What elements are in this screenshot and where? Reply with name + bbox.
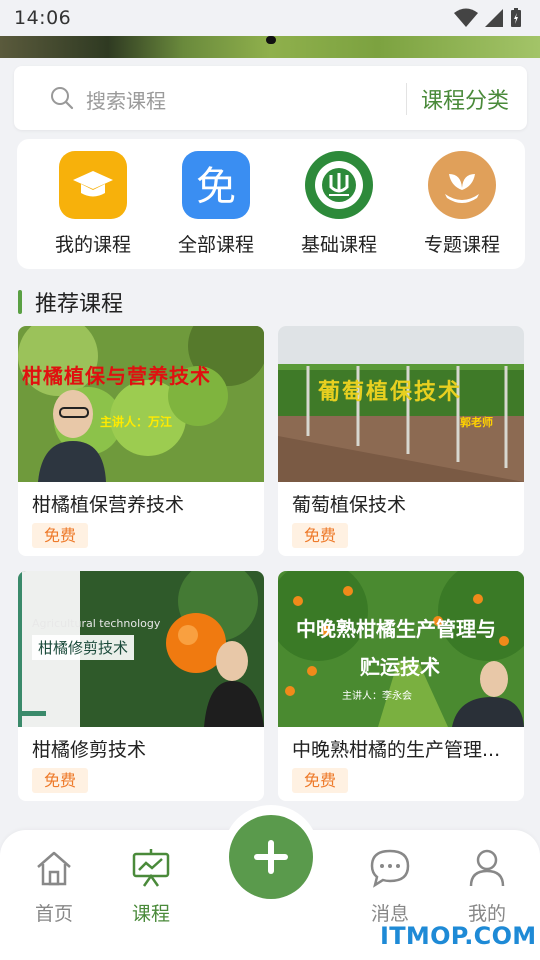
thumbnail-caption-line2: 贮运技术 — [360, 655, 440, 679]
quick-nav-all-courses[interactable]: 免 全部课程 — [161, 151, 271, 261]
course-card[interactable]: 葡萄植保技术 郭老师 葡萄植保技术 免费 — [278, 326, 524, 556]
message-icon — [370, 849, 410, 888]
watermark: ITMOP.COM — [380, 922, 537, 950]
course-title: 葡萄植保技术 — [292, 494, 407, 516]
price-badge: 免费 — [292, 523, 349, 548]
tab-label: 课程 — [131, 903, 170, 925]
search-input[interactable]: 搜索课程 — [86, 85, 166, 114]
course-title: 柑橘植保营养技术 — [32, 494, 185, 516]
course-thumbnail: 中晚熟柑橘生产管理与 贮运技术 主讲人：李永会 — [278, 571, 524, 727]
battery-icon — [511, 8, 521, 27]
signal-icon — [485, 9, 503, 27]
free-badge-icon: 免 — [182, 151, 250, 219]
add-button[interactable] — [229, 815, 313, 899]
course-card[interactable]: 中晚熟柑橘生产管理与 贮运技术 主讲人：李永会 中晚熟柑橘的生产管理... 免费 — [278, 571, 524, 801]
section-accent-bar — [18, 290, 22, 314]
course-thumbnail: 柑橘修剪技术 Agricultural technology — [18, 571, 264, 727]
course-thumbnail: 柑橘植保与营养技术 主讲人：万江 — [18, 326, 264, 482]
course-card[interactable]: 柑橘修剪技术 Agricultural technology 柑橘修剪技术 免费 — [18, 571, 264, 801]
course-title: 柑橘修剪技术 — [32, 739, 147, 761]
presentation-icon — [132, 849, 170, 887]
tab-messages[interactable]: 消息 — [355, 848, 425, 928]
course-thumbnail: 葡萄植保技术 郭老师 — [278, 326, 524, 482]
tab-profile[interactable]: 我的 — [452, 848, 522, 928]
search-bar: 搜索课程 课程分类 — [14, 66, 527, 130]
thumbnail-caption: 葡萄植保技术 — [318, 379, 463, 405]
banner-carousel[interactable] — [0, 36, 540, 58]
wifi-icon — [454, 8, 478, 27]
user-icon — [469, 849, 505, 887]
price-badge: 免费 — [292, 768, 349, 793]
price-badge: 免费 — [32, 768, 89, 793]
price-badge: 免费 — [32, 523, 89, 548]
quick-nav-label: 全部课程 — [177, 234, 254, 256]
svg-text:免: 免 — [196, 164, 236, 208]
search-icon[interactable] — [50, 86, 74, 110]
quick-nav-basic-courses[interactable]: 基础课程 — [284, 151, 394, 261]
course-card[interactable]: 柑橘植保与营养技术 主讲人：万江 柑橘植保营养技术 免费 — [18, 326, 264, 556]
tab-label: 首页 — [34, 903, 73, 925]
divider — [406, 83, 407, 115]
status-icons — [454, 8, 522, 28]
status-bar: 14:06 — [0, 0, 540, 36]
status-time: 14:06 — [14, 7, 72, 29]
home-icon — [37, 851, 71, 886]
tab-home[interactable]: 首页 — [19, 848, 89, 928]
thumbnail-subcaption: Agricultural technology — [32, 617, 161, 630]
thumbnail-caption: 中晚熟柑橘生产管理与 — [296, 617, 496, 641]
quick-nav: 我的课程 免 全部课程 基础课程 专题课程 — [17, 139, 525, 269]
course-title: 中晚熟柑橘的生产管理... — [292, 739, 501, 761]
quick-nav-label: 我的课程 — [54, 234, 131, 256]
thumbnail-subcaption: 主讲人：李永会 — [342, 691, 412, 702]
section-title: 推荐课程 — [35, 292, 124, 317]
thumbnail-subcaption: 主讲人：万江 — [100, 415, 173, 429]
thumbnail-subcaption: 郭老师 — [460, 416, 493, 429]
quick-nav-topic-courses[interactable]: 专题课程 — [407, 151, 517, 261]
quick-nav-label: 专题课程 — [423, 234, 500, 256]
quick-nav-my-courses[interactable]: 我的课程 — [38, 151, 148, 261]
banner-indicator — [266, 36, 276, 44]
section-header: 推荐课程 — [18, 288, 124, 317]
thumbnail-caption: 柑橘修剪技术 — [32, 635, 135, 660]
thumbnail-caption: 柑橘植保与营养技术 — [22, 364, 211, 388]
quick-nav-label: 基础课程 — [300, 234, 377, 256]
plus-icon — [254, 840, 288, 874]
sprout-hand-icon — [428, 151, 496, 219]
tab-courses[interactable]: 课程 — [116, 848, 186, 928]
course-category-button[interactable]: 课程分类 — [421, 83, 509, 115]
lianong-logo-icon — [305, 151, 373, 219]
graduation-cap-icon — [59, 151, 127, 219]
